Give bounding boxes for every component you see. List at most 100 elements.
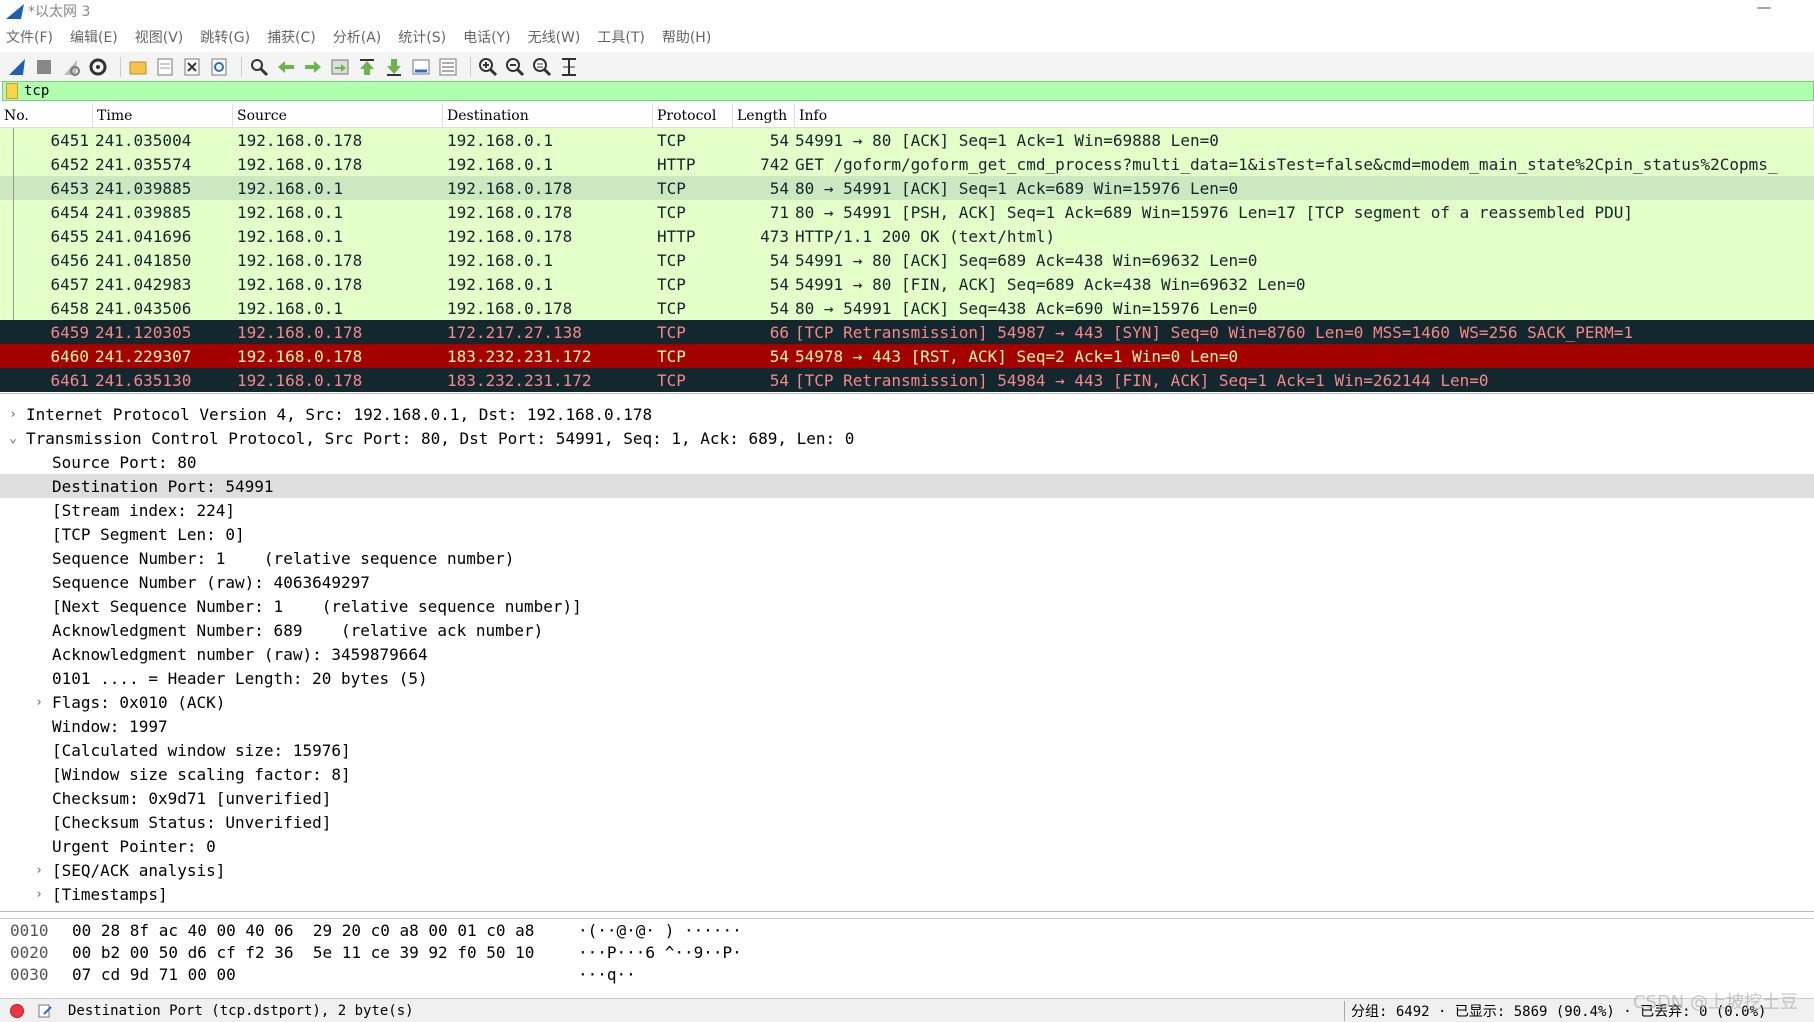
last-packet-icon[interactable] — [383, 56, 405, 78]
packet-length: 54 — [769, 178, 789, 198]
bytes-ascii[interactable]: ···P···6 ^··9··P· — [578, 943, 742, 962]
bytes-ascii[interactable]: ·(··@·@· ) ······ — [578, 921, 742, 940]
menu-item[interactable]: 编辑(E) — [70, 27, 118, 47]
menu-item[interactable]: 统计(S) — [398, 27, 446, 47]
column-header[interactable]: Time — [93, 104, 233, 127]
go-back-icon[interactable] — [275, 56, 297, 78]
detail-tree-item[interactable]: › [SEQ/ACK analysis] — [0, 858, 1814, 882]
packet-source: 192.168.0.1 — [237, 226, 343, 246]
packet-time: 241.043506 — [95, 298, 192, 318]
packet-row[interactable]: 6460 241.229307 192.168.0.178 183.232.231.1… — [0, 344, 1814, 368]
detail-tree-item[interactable]: Source Port: 80 — [0, 450, 1814, 474]
detail-tree-item[interactable]: Destination Port: 54991 — [0, 474, 1814, 498]
filter-bookmark-icon[interactable] — [6, 83, 18, 99]
detail-tree-item[interactable]: Sequence Number: 1 (relative sequence nu… — [0, 546, 1814, 570]
column-header[interactable]: Destination — [443, 104, 653, 127]
find-icon[interactable] — [248, 56, 270, 78]
detail-tree-item[interactable]: Window: 1997 — [0, 714, 1814, 738]
expand-chevron-icon[interactable]: › — [32, 863, 46, 878]
colorize-icon[interactable] — [437, 56, 459, 78]
packet-row[interactable]: 6453 241.039885 192.168.0.1 192.168.0.178 TC… — [0, 176, 1814, 200]
detail-tree-item[interactable]: [Next Sequence Number: 1 (relative seque… — [0, 594, 1814, 618]
go-forward-icon[interactable] — [302, 56, 324, 78]
zoom-in-icon[interactable] — [477, 56, 499, 78]
menu-item[interactable]: 工具(T) — [597, 27, 644, 47]
packet-row[interactable]: 6459 241.120305 192.168.0.178 172.217.27.13… — [0, 320, 1814, 344]
column-header[interactable]: Length — [733, 104, 795, 127]
packet-row[interactable]: 6451 241.035004 192.168.0.178 192.168.0.1 TC… — [0, 128, 1814, 152]
packet-number: 6460 — [50, 346, 89, 366]
detail-text: Transmission Control Protocol, Src Port:… — [26, 428, 855, 448]
expand-chevron-icon[interactable]: › — [32, 887, 46, 902]
detail-tree-item[interactable]: Checksum: 0x9d71 [unverified] — [0, 786, 1814, 810]
packet-row[interactable]: 6458 241.043506 192.168.0.1 192.168.0.178 TC… — [0, 296, 1814, 320]
minimize-icon[interactable]: — — [1744, 0, 1784, 18]
menu-item[interactable]: 跳转(G) — [200, 27, 250, 47]
detail-tree-item[interactable]: Sequence Number (raw): 4063649297 — [0, 570, 1814, 594]
detail-tree-item[interactable]: [Calculated window size: 15976] — [0, 738, 1814, 762]
menu-item[interactable]: 捕获(C) — [267, 27, 316, 47]
detail-tree-item[interactable]: › Flags: 0x010 (ACK) — [0, 690, 1814, 714]
edit-comment-icon[interactable] — [38, 1004, 52, 1018]
column-header[interactable]: Source — [233, 104, 443, 127]
expand-chevron-icon[interactable]: › — [32, 695, 46, 710]
restart-icon[interactable] — [60, 56, 82, 78]
packet-number: 6461 — [50, 370, 89, 390]
packet-row[interactable]: 6455 241.041696 192.168.0.1 192.168.0.178 HT… — [0, 224, 1814, 248]
detail-tree-item[interactable]: Acknowledgment Number: 689 (relative ack… — [0, 618, 1814, 642]
conversation-line — [13, 176, 14, 200]
packet-length: 473 — [760, 226, 789, 246]
bytes-hex[interactable]: 07 cd 9d 71 00 00 — [60, 965, 578, 984]
first-packet-icon[interactable] — [356, 56, 378, 78]
column-header[interactable]: Protocol — [653, 104, 733, 127]
bytes-hex[interactable]: 00 b2 00 50 d6 cf f2 36 5e 11 ce 39 92 f… — [60, 943, 578, 962]
packet-row[interactable]: 6452 241.035574 192.168.0.178 192.168.0.1 HT… — [0, 152, 1814, 176]
menu-item[interactable]: 视图(V) — [135, 27, 184, 47]
detail-tree-item[interactable]: › Internet Protocol Version 4, Src: 192.1… — [0, 402, 1814, 426]
packet-row[interactable]: 6461 241.635130 192.168.0.178 183.232.231.1… — [0, 368, 1814, 392]
bytes-hex[interactable]: 00 28 8f ac 40 00 40 06 29 20 c0 a8 00 0… — [60, 921, 578, 940]
gear-options-icon[interactable] — [87, 56, 109, 78]
packet-row[interactable]: 6457 241.042983 192.168.0.178 192.168.0.1 TC… — [0, 272, 1814, 296]
zoom-normal-icon[interactable] — [531, 56, 553, 78]
bytes-ascii[interactable]: ···q·· — [578, 965, 636, 984]
collapse-chevron-icon[interactable]: ⌄ — [6, 431, 20, 446]
detail-tree-item[interactable]: › [Timestamps] — [0, 882, 1814, 906]
packet-row[interactable]: 6454 241.039885 192.168.0.1 192.168.0.178 TC… — [0, 200, 1814, 224]
packet-destination: 192.168.0.178 — [447, 298, 573, 318]
go-to-packet-icon[interactable] — [329, 56, 351, 78]
expand-chevron-icon[interactable]: › — [6, 407, 20, 422]
stop-icon[interactable] — [33, 56, 55, 78]
menu-item[interactable]: 电话(Y) — [463, 27, 510, 47]
close-file-icon[interactable] — [181, 56, 203, 78]
packet-row[interactable]: 6456 241.041850 192.168.0.178 192.168.0.1 TC… — [0, 248, 1814, 272]
menu-item[interactable]: 无线(W) — [528, 27, 581, 47]
packet-source: 192.168.0.1 — [237, 178, 343, 198]
menu-item[interactable]: 帮助(H) — [662, 27, 711, 47]
detail-tree-item[interactable]: 0101 .... = Header Length: 20 bytes (5) — [0, 666, 1814, 690]
resize-columns-icon[interactable] — [558, 56, 580, 78]
save-file-icon[interactable] — [154, 56, 176, 78]
status-separator — [1344, 1000, 1345, 1021]
shark-fin-start-icon[interactable] — [6, 56, 28, 78]
detail-tree-item[interactable]: [Stream index: 224] — [0, 498, 1814, 522]
expert-info-icon[interactable] — [10, 1003, 24, 1018]
zoom-out-icon[interactable] — [504, 56, 526, 78]
display-filter-input[interactable] — [24, 83, 1804, 99]
detail-tree-item[interactable]: Urgent Pointer: 0 — [0, 834, 1814, 858]
folder-open-icon[interactable] — [127, 56, 149, 78]
detail-tree-item[interactable]: ⌄ Transmission Control Protocol, Src Port… — [0, 426, 1814, 450]
detail-text: Internet Protocol Version 4, Src: 192.16… — [26, 404, 653, 424]
detail-tree-item[interactable]: Acknowledgment number (raw): 3459879664 — [0, 642, 1814, 666]
reload-icon[interactable] — [208, 56, 230, 78]
detail-tree-item[interactable]: [TCP Segment Len: 0] — [0, 522, 1814, 546]
menu-item[interactable]: 文件(F) — [6, 27, 53, 47]
packet-source: 192.168.0.178 — [237, 130, 363, 150]
column-header[interactable]: Info — [795, 104, 1814, 127]
detail-tree-item[interactable]: [Checksum Status: Unverified] — [0, 810, 1814, 834]
detail-tree-item[interactable]: [Window size scaling factor: 8] — [0, 762, 1814, 786]
autoscroll-icon[interactable] — [410, 56, 432, 78]
menu-item[interactable]: 分析(A) — [333, 27, 382, 47]
column-header[interactable]: No. — [0, 104, 93, 127]
conversation-line — [13, 272, 14, 296]
